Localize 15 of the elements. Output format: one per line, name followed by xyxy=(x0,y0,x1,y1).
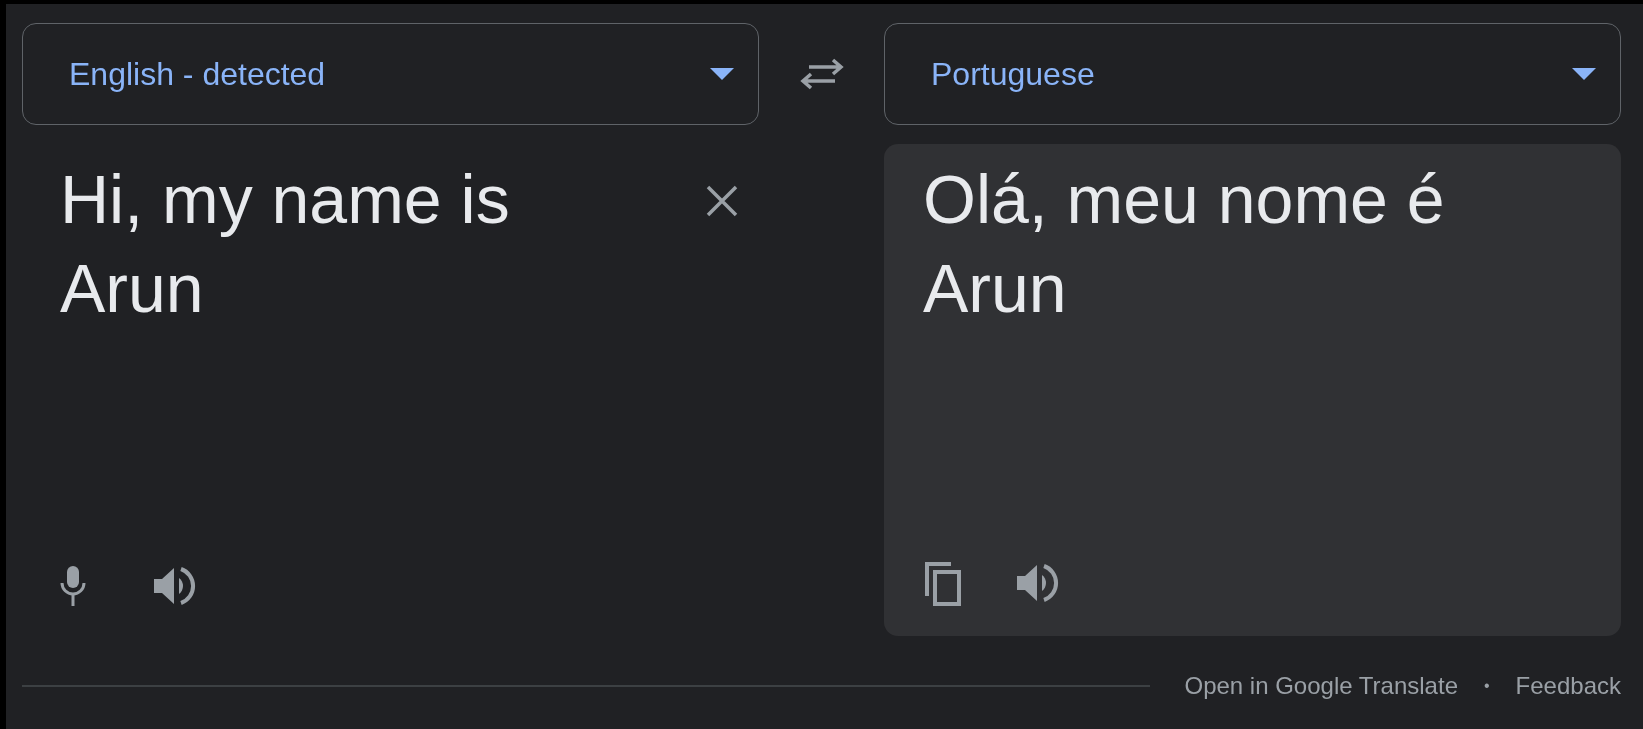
footer-link[interactable]: Open in Google Translate xyxy=(1184,672,1458,700)
close-icon[interactable] xyxy=(705,184,739,218)
translated-text: Olá, meu nome é Arun xyxy=(922,160,1446,328)
language-dropdown[interactable]: Portuguese xyxy=(884,23,1621,125)
speaker-icon[interactable] xyxy=(152,566,196,606)
copy-icon[interactable] xyxy=(923,560,963,606)
dropdown-caret-icon xyxy=(1572,68,1596,80)
speaker-icon[interactable] xyxy=(1015,563,1059,603)
microphone-icon[interactable] xyxy=(60,566,86,606)
swap-icon[interactable] xyxy=(798,57,845,91)
dropdown-caret-icon xyxy=(710,68,734,80)
source-text-field[interactable]: Hi, my name is Arun xyxy=(60,155,721,333)
footer-link[interactable]: Feedback xyxy=(1515,672,1621,700)
separator-dot: • xyxy=(1484,677,1490,695)
language-dropdown[interactable]: English - detected xyxy=(22,23,759,125)
